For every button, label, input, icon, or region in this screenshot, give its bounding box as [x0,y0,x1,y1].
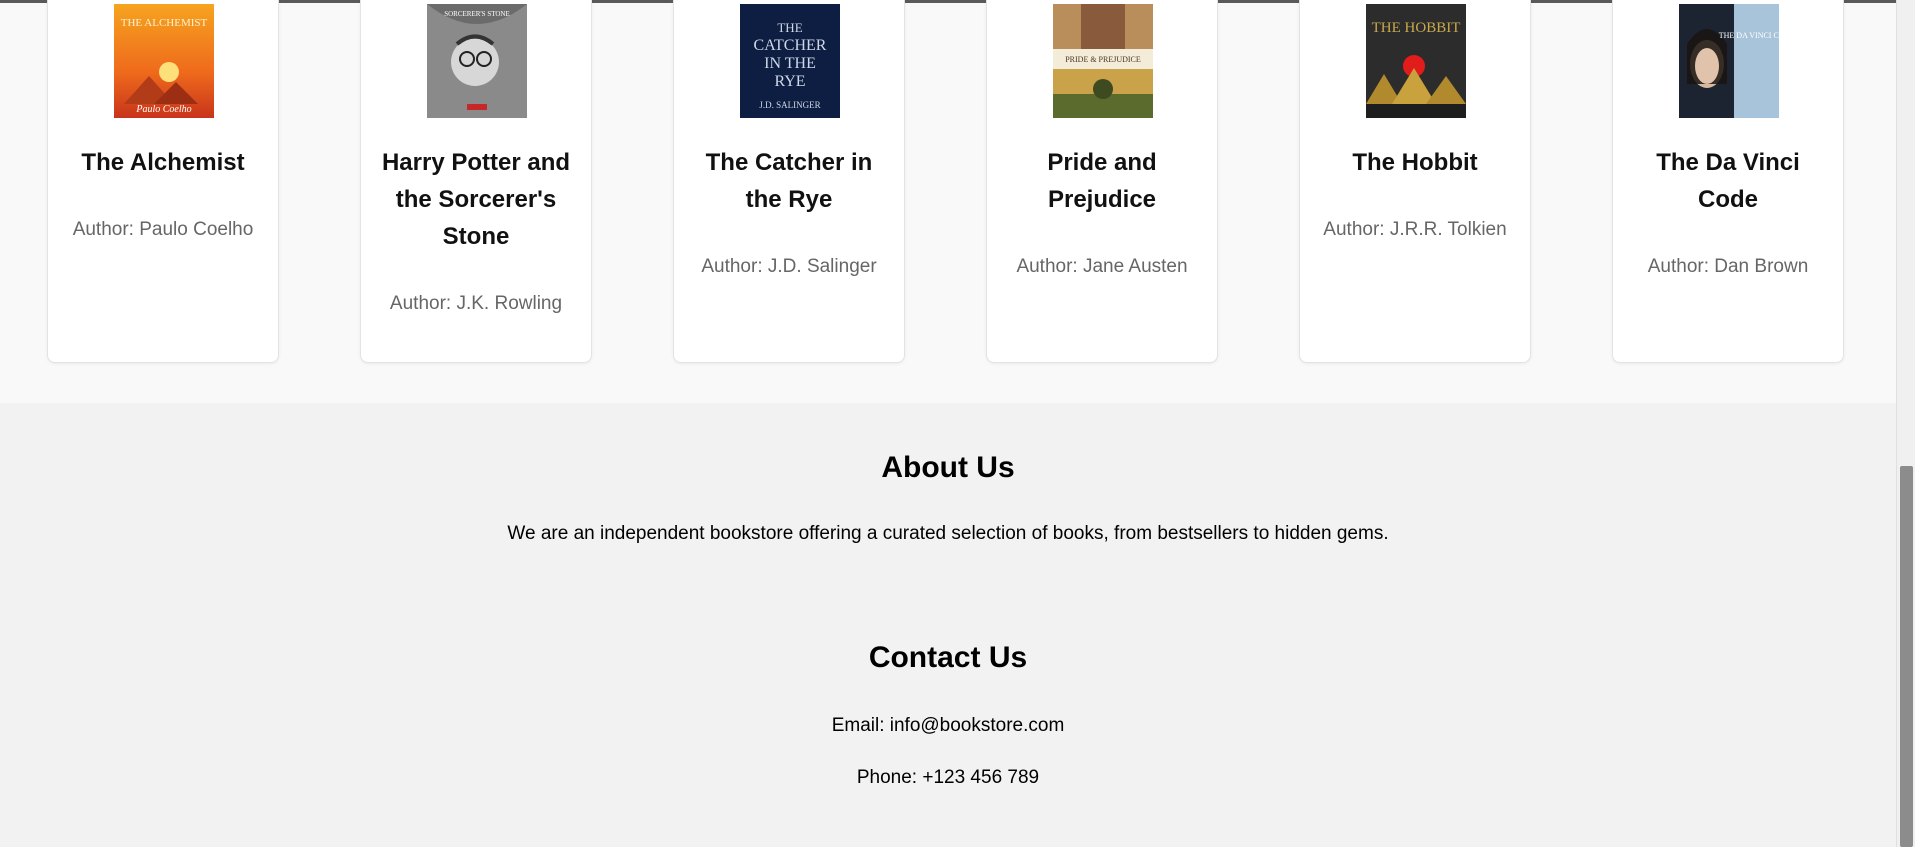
book-title: The Alchemist [81,149,245,176]
svg-text:CATCHER: CATCHER [754,37,827,54]
book-title: The Catcher in the Rye [705,149,873,213]
svg-text:THE: THE [777,20,802,35]
svg-text:THE ALCHEMIST: THE ALCHEMIST [121,17,208,29]
book-author: Author: J.R.R. Tolkien [1323,219,1507,240]
svg-text:THE DA VINCI CODE: THE DA VINCI CODE [1719,31,1779,40]
book-title: The Da Vinci Code [1656,149,1800,213]
book-card[interactable]: PRIDE & PREJUDICE Pride and Prejudice Au… [986,0,1218,363]
book-author: Author: J.K. Rowling [389,293,563,314]
contact-heading: Contact Us [868,641,1028,674]
book-cover-image: THE HOBBIT [1366,4,1466,118]
svg-text:PRIDE & PREJUDICE: PRIDE & PREJUDICE [1065,55,1141,64]
book-cover-image: SORCERER'S STONE [427,4,527,118]
svg-text:SORCERER'S STONE: SORCERER'S STONE [444,10,510,18]
svg-text:IN THE: IN THE [764,55,816,72]
book-author: Author: J.D. Salinger [701,256,877,277]
svg-text:Paulo Coelho: Paulo Coelho [135,104,191,115]
book-title: The Hobbit [1352,149,1478,176]
book-author: Author: Dan Brown [1647,256,1809,277]
contact-phone: Phone: +123 456 789 [856,767,1040,788]
book-card[interactable]: THE DA VINCI CODE The Da Vinci Code Auth… [1612,0,1844,363]
about-text: We are an independent bookstore offering… [507,523,1389,544]
svg-text:THE HOBBIT: THE HOBBIT [1372,20,1461,36]
book-card[interactable]: THE CATCHER IN THE RYE J.D. SALINGER The… [673,0,905,363]
svg-text:J.D. SALINGER: J.D. SALINGER [759,100,820,110]
book-author: Author: Jane Austen [1016,256,1188,277]
book-author: Author: Paulo Coelho [72,219,254,240]
book-title: Harry Potter and the Sorcerer's Stone [381,149,571,250]
book-cover-image: PRIDE & PREJUDICE [1053,4,1153,118]
books-section: THE ALCHEMIST Paulo Coelho The Alchemist… [0,0,1896,403]
contact-email: Email: info@bookstore.com [831,715,1065,736]
about-heading: About Us [881,451,1015,484]
book-card[interactable]: THE ALCHEMIST Paulo Coelho The Alchemist… [47,0,279,363]
svg-text:RYE: RYE [774,73,805,90]
book-cover-image: THE CATCHER IN THE RYE J.D. SALINGER [740,4,840,118]
book-title: Pride and Prejudice [1047,149,1157,213]
book-card[interactable]: SORCERER'S STONE Harry Potter and the So… [360,0,592,363]
book-cover-image: THE DA VINCI CODE [1679,4,1779,118]
vertical-scrollbar[interactable] [1896,0,1915,847]
scrollbar-thumb[interactable] [1900,466,1913,847]
book-card[interactable]: THE HOBBIT The Hobbit Author: J.R.R. Tol… [1299,0,1531,363]
book-cover-image: THE ALCHEMIST Paulo Coelho [114,4,214,118]
